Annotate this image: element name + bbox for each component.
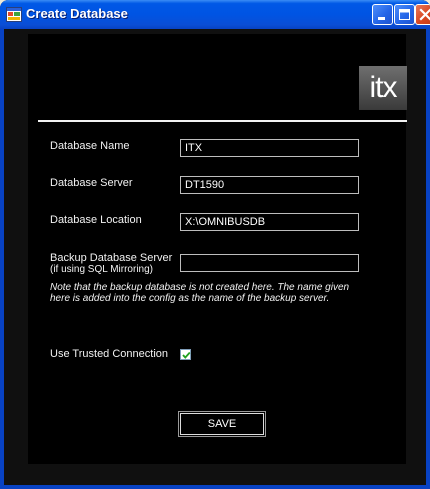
backup-server-input[interactable]	[180, 254, 359, 272]
window-frame-bottom	[0, 485, 430, 489]
database-location-label: Database Location	[50, 214, 142, 226]
save-button[interactable]: SAVE	[178, 411, 266, 437]
checkmark-icon	[182, 351, 191, 359]
database-name-label: Database Name	[50, 140, 130, 152]
trusted-connection-label: Use Trusted Connection	[50, 348, 169, 360]
minimize-icon	[378, 17, 385, 20]
form-panel	[28, 34, 406, 464]
maximize-button[interactable]	[394, 4, 415, 25]
database-server-input[interactable]	[180, 176, 359, 194]
close-button[interactable]	[415, 4, 430, 25]
backup-note-line1: Note that the backup database is not cre…	[50, 282, 350, 293]
title-bar[interactable]: Create Database	[0, 0, 430, 29]
close-icon	[419, 8, 430, 21]
backup-server-label: Backup Database Server	[50, 252, 173, 264]
backup-note: Note that the backup database is not cre…	[50, 282, 375, 304]
database-location-input[interactable]	[180, 213, 359, 231]
app-window-icon[interactable]	[6, 7, 22, 22]
window-title: Create Database	[26, 6, 128, 21]
window-frame-right	[426, 29, 430, 489]
logo-text: itx	[369, 71, 398, 104]
backup-server-sublabel: (if using SQL Mirroring)	[50, 264, 153, 275]
header-divider	[38, 120, 407, 122]
database-server-label: Database Server	[50, 177, 133, 189]
minimize-button[interactable]	[372, 4, 393, 25]
trusted-connection-checkbox[interactable]	[180, 349, 191, 360]
database-name-input[interactable]	[180, 139, 359, 157]
maximize-icon	[399, 9, 410, 20]
itx-logo: itx	[359, 66, 407, 110]
backup-note-line2: here is added into the config as the nam…	[50, 293, 330, 304]
